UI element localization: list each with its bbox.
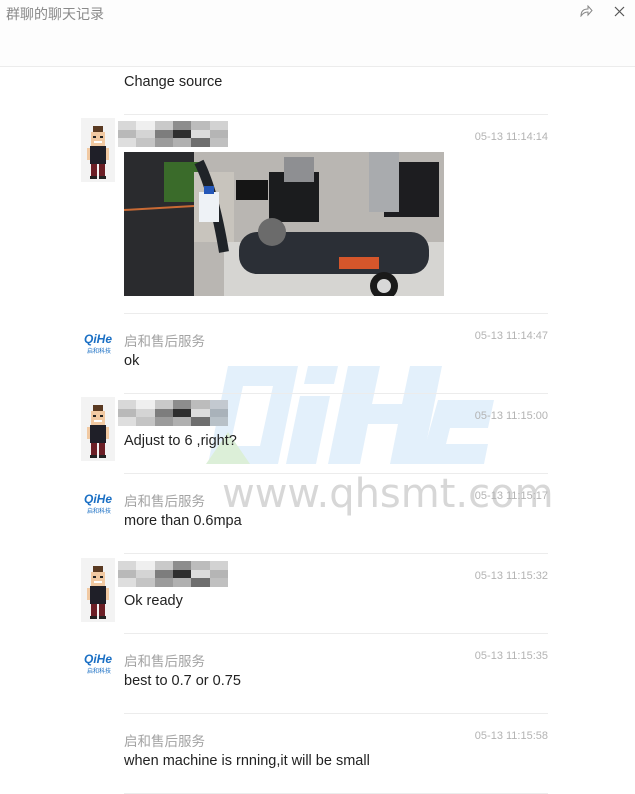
sender-name-blurred	[118, 121, 228, 147]
message-time: 05-13 11:15:00	[474, 410, 548, 422]
svg-text:QiHe: QiHe	[84, 332, 112, 346]
divider	[124, 633, 548, 634]
message-time: 05-13 11:15:17	[474, 490, 548, 502]
message-time: 05-13 11:14:14	[474, 131, 548, 143]
divider	[124, 393, 548, 394]
close-button[interactable]	[609, 2, 629, 20]
message-text: best to 0.7 or 0.75	[124, 673, 241, 689]
avatar[interactable]: QiHe 启和科技	[82, 490, 118, 518]
window-titlebar: 群聊的聊天记录	[0, 0, 635, 67]
qihe-logo-icon: QiHe 启和科技	[84, 332, 112, 355]
message-time: 05-13 11:15:35	[474, 650, 548, 662]
watermark-logo	[206, 366, 494, 464]
svg-text:启和科技: 启和科技	[87, 347, 111, 355]
message-text: Change source	[124, 74, 223, 90]
window-title: 群聊的聊天记录	[6, 6, 104, 22]
message-time: 05-13 11:15:58	[474, 730, 548, 742]
svg-text:启和科技: 启和科技	[87, 667, 111, 675]
close-icon	[614, 6, 624, 16]
message-text: ok	[124, 353, 140, 369]
avatar[interactable]	[81, 558, 115, 622]
svg-text:启和科技: 启和科技	[87, 507, 111, 515]
avatar[interactable]: QiHe 启和科技	[82, 330, 118, 358]
share-button[interactable]	[576, 2, 596, 20]
message-time: 05-13 11:15:32	[474, 570, 548, 582]
divider	[124, 313, 548, 314]
avatar[interactable]	[81, 118, 115, 182]
sender-name-blurred	[118, 561, 228, 587]
message-text: Adjust to 6 ,right?	[124, 433, 237, 449]
message-time: 05-13 11:14:47	[474, 330, 548, 342]
qihe-logo-icon: QiHe 启和科技	[84, 492, 112, 515]
sender-name-blurred	[118, 400, 228, 426]
cartoon-man-icon	[87, 566, 109, 619]
divider	[124, 473, 548, 474]
svg-text:QiHe: QiHe	[84, 652, 112, 666]
sender-name: 启和售后服务	[124, 654, 205, 669]
compressor-photo	[124, 152, 444, 296]
divider	[124, 114, 548, 115]
qihe-logo-icon: QiHe 启和科技	[84, 652, 112, 675]
share-arrow-icon	[580, 5, 593, 17]
avatar[interactable]: QiHe 启和科技	[82, 650, 118, 678]
avatar[interactable]	[81, 397, 115, 461]
message-text: more than 0.6mpa	[124, 513, 242, 529]
cartoon-man-icon	[87, 126, 109, 179]
svg-text:QiHe: QiHe	[84, 492, 112, 506]
message-image[interactable]	[124, 152, 444, 296]
sender-name: 启和售后服务	[124, 734, 205, 749]
message-text: when machine is rnning,it will be small	[124, 753, 370, 769]
sender-name: 启和售后服务	[124, 334, 205, 349]
divider	[124, 713, 548, 714]
cartoon-man-icon	[87, 405, 109, 458]
message-text: Ok ready	[124, 593, 183, 609]
divider	[124, 553, 548, 554]
sender-name: 启和售后服务	[124, 494, 205, 509]
